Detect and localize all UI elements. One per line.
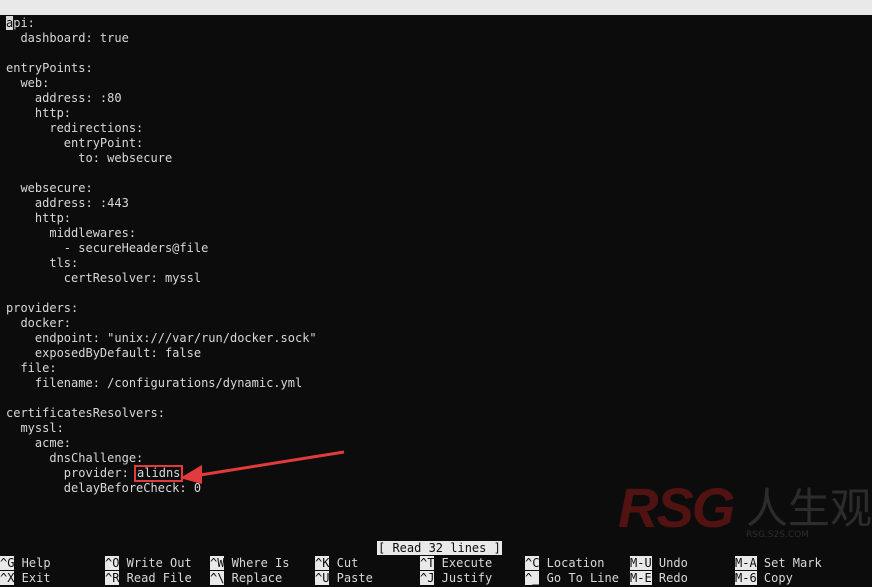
shortcut-key: ^O bbox=[105, 556, 120, 570]
shortcut-label: Help bbox=[14, 556, 51, 570]
shortcut-replace[interactable]: ^\ Replace bbox=[210, 571, 282, 586]
shortcut-label: Execute bbox=[434, 556, 493, 570]
shortcut-key: ^C bbox=[525, 556, 540, 570]
shortcut-key: M-E bbox=[630, 571, 652, 585]
shortcut-key: ^_ bbox=[525, 571, 540, 585]
shortcut-label: Go To Line bbox=[539, 571, 619, 585]
code-line: http: bbox=[6, 106, 72, 120]
code-line: certResolver: myssl bbox=[6, 271, 202, 285]
shortcut-key: ^G bbox=[0, 556, 15, 570]
shortcut-exit[interactable]: ^X Exit bbox=[0, 571, 51, 586]
shortcut-key: ^R bbox=[105, 571, 120, 585]
shortcut-key: M-A bbox=[735, 556, 757, 570]
red-arrow-icon bbox=[180, 450, 345, 484]
shortcut-help[interactable]: ^G Help bbox=[0, 556, 51, 571]
code-line: http: bbox=[6, 211, 72, 225]
shortcut-key: ^\ bbox=[210, 571, 225, 585]
shortcut-redo[interactable]: M-E Redo bbox=[630, 571, 688, 586]
code-line: endpoint: "unix:///var/run/docker.sock" bbox=[6, 331, 317, 345]
shortcut-label: Read File bbox=[119, 571, 192, 585]
code-line: web: bbox=[6, 76, 50, 90]
code-line: dashboard: true bbox=[6, 31, 129, 45]
status-message: [ Read 32 lines ] bbox=[377, 541, 502, 555]
shortcut-key: ^J bbox=[420, 571, 435, 585]
shortcut-execute[interactable]: ^T Execute bbox=[420, 556, 492, 571]
code-line: api: bbox=[6, 16, 35, 30]
code-line: docker: bbox=[6, 316, 72, 330]
shortcut-cut[interactable]: ^K Cut bbox=[315, 556, 358, 571]
shortcut-bar: ^G Help ^X Exit ^O Write Out ^R Read File ^W… bbox=[0, 556, 872, 587]
shortcut-key: ^U bbox=[315, 571, 330, 585]
shortcut-label: Where Is bbox=[224, 556, 290, 570]
shortcut-copy[interactable]: M-6 Copy bbox=[735, 571, 793, 586]
code-line: certificatesResolvers: bbox=[6, 406, 165, 420]
code-line: filename: /configurations/dynamic.yml bbox=[6, 376, 303, 390]
shortcut-read-file[interactable]: ^R Read File bbox=[105, 571, 192, 586]
code-line: provider: alidns bbox=[6, 465, 184, 482]
shortcut-key: M-6 bbox=[735, 571, 757, 585]
shortcut-label: Set Mark bbox=[756, 556, 822, 570]
code-line: delayBeforeCheck: 0 bbox=[6, 481, 202, 495]
shortcut-label: Undo bbox=[651, 556, 688, 570]
code-line: entryPoint: bbox=[6, 136, 144, 150]
shortcut-go-to-line[interactable]: ^_ Go To Line bbox=[525, 571, 619, 586]
shortcut-location[interactable]: ^C Location bbox=[525, 556, 604, 571]
shortcut-label: Cut bbox=[329, 556, 359, 570]
code-line: to: websecure bbox=[6, 151, 173, 165]
shortcut-undo[interactable]: M-U Undo bbox=[630, 556, 688, 571]
shortcut-key: ^T bbox=[420, 556, 435, 570]
code-line: file: bbox=[6, 361, 57, 375]
shortcut-label: Write Out bbox=[119, 556, 192, 570]
code-line: address: :80 bbox=[6, 91, 122, 105]
code-line: - secureHeaders@file bbox=[6, 241, 209, 255]
shortcut-label: Location bbox=[539, 556, 605, 570]
shortcut-key: ^K bbox=[315, 556, 330, 570]
shortcut-justify[interactable]: ^J Justify bbox=[420, 571, 492, 586]
shortcut-set-mark[interactable]: M-A Set Mark bbox=[735, 556, 822, 571]
code-line: middlewares: bbox=[6, 226, 137, 240]
code-line: myssl: bbox=[6, 421, 64, 435]
shortcut-key: ^X bbox=[0, 571, 15, 585]
shortcut-key: ^W bbox=[210, 556, 225, 570]
shortcut-write-out[interactable]: ^O Write Out bbox=[105, 556, 192, 571]
shortcut-paste[interactable]: ^U Paste bbox=[315, 571, 373, 586]
shortcut-label: Redo bbox=[651, 571, 688, 585]
code-line: exposedByDefault: false bbox=[6, 346, 202, 360]
shortcut-label: Exit bbox=[14, 571, 51, 585]
code-line: dnsChallenge: bbox=[6, 451, 144, 465]
highlighted-provider-value: alidns bbox=[134, 465, 184, 482]
code-line: entryPoints: bbox=[6, 61, 93, 75]
shortcut-label: Paste bbox=[329, 571, 373, 585]
code-line: tls: bbox=[6, 256, 79, 270]
title-bar: GNU nano 5.3 /mnt/user/appdata/traefik/t… bbox=[0, 0, 872, 44]
code-line: redirections: bbox=[6, 121, 144, 135]
shortcut-key: M-U bbox=[630, 556, 652, 570]
shortcut-where-is[interactable]: ^W Where Is bbox=[210, 556, 289, 571]
editor-area[interactable]: api: dashboard: true entryPoints: web: ad… bbox=[6, 16, 866, 536]
code-line: address: :443 bbox=[6, 196, 129, 210]
shortcut-label: Copy bbox=[756, 571, 793, 585]
shortcut-label: Justify bbox=[434, 571, 493, 585]
code-line: acme: bbox=[6, 436, 72, 450]
code-line: websecure: bbox=[6, 181, 93, 195]
code-line: providers: bbox=[6, 301, 79, 315]
text-cursor: a bbox=[6, 16, 14, 30]
shortcut-label: Replace bbox=[224, 571, 283, 585]
